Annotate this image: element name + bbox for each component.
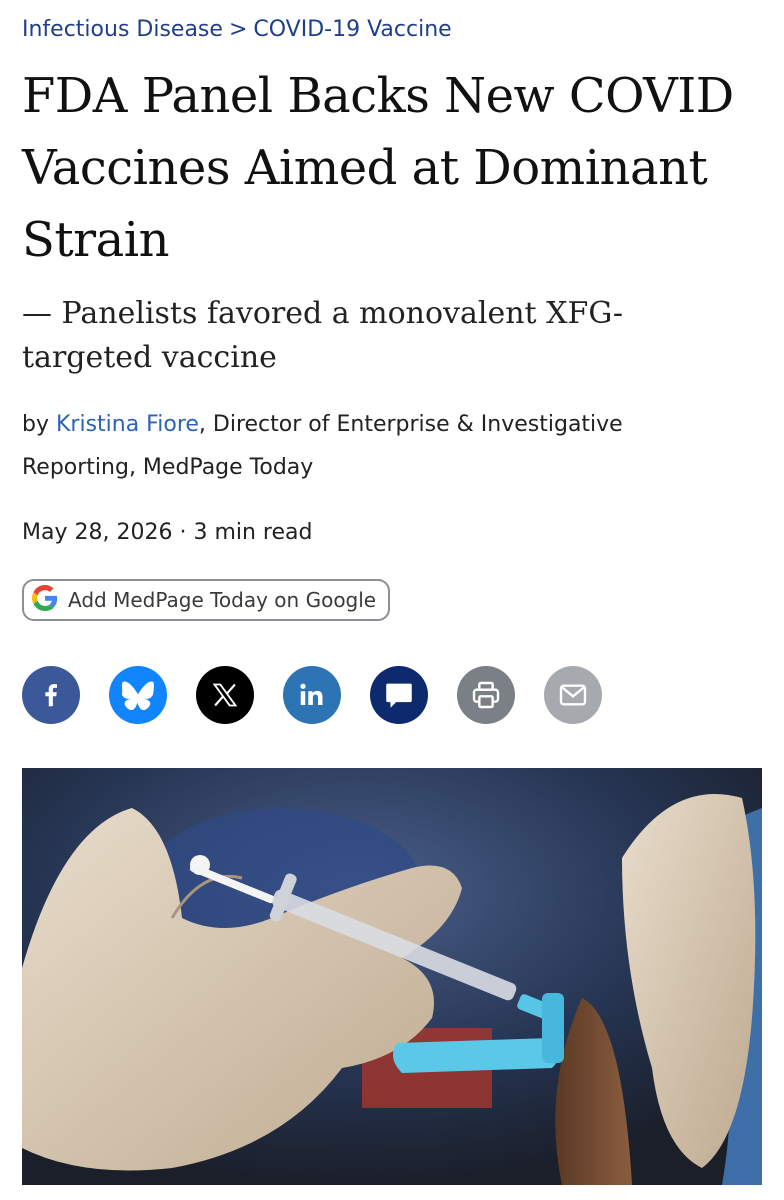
facebook-icon xyxy=(45,684,57,707)
article-meta: May 28, 2026 · 3 min read xyxy=(22,515,312,551)
byline-prefix: by xyxy=(22,412,49,437)
email-button[interactable] xyxy=(544,666,602,724)
breadcrumb: Infectious Disease > COVID-19 Vaccine xyxy=(22,14,452,46)
linkedin-icon xyxy=(300,683,323,705)
comments-button[interactable] xyxy=(370,666,428,724)
breadcrumb-item-covid-vaccine[interactable]: COVID-19 Vaccine xyxy=(253,17,451,42)
add-on-google-label: Add MedPage Today on Google xyxy=(68,588,377,612)
mail-icon xyxy=(559,684,587,706)
hero-image xyxy=(22,768,762,1185)
author-link[interactable]: Kristina Fiore xyxy=(56,412,199,437)
breadcrumb-separator: > xyxy=(228,17,248,42)
share-linkedin-button[interactable] xyxy=(283,666,341,724)
vaccine-injection-illustration xyxy=(22,768,762,1185)
google-g-icon xyxy=(32,585,58,615)
x-icon xyxy=(212,683,238,707)
comment-icon xyxy=(386,683,412,708)
print-button[interactable] xyxy=(457,666,515,724)
publish-date: May 28, 2026 xyxy=(22,520,173,545)
article-subtitle: — Panelists favored a monovalent XFG-tar… xyxy=(22,296,623,375)
read-time: 3 min read xyxy=(193,520,313,545)
add-on-google-button[interactable]: Add MedPage Today on Google xyxy=(22,579,391,621)
breadcrumb-item-infectious-disease[interactable]: Infectious Disease xyxy=(22,17,223,42)
article-title: FDA Panel Backs New COVID Vaccines Aimed… xyxy=(22,68,734,268)
share-x-button[interactable] xyxy=(196,666,254,724)
share-bar xyxy=(22,666,602,724)
byline: by Kristina Fiore, Director of Enterpris… xyxy=(22,403,722,489)
print-icon xyxy=(472,681,500,709)
meta-separator: · xyxy=(179,520,187,545)
share-bluesky-button[interactable] xyxy=(109,666,167,724)
share-facebook-button[interactable] xyxy=(22,666,80,724)
bluesky-icon xyxy=(122,681,154,710)
